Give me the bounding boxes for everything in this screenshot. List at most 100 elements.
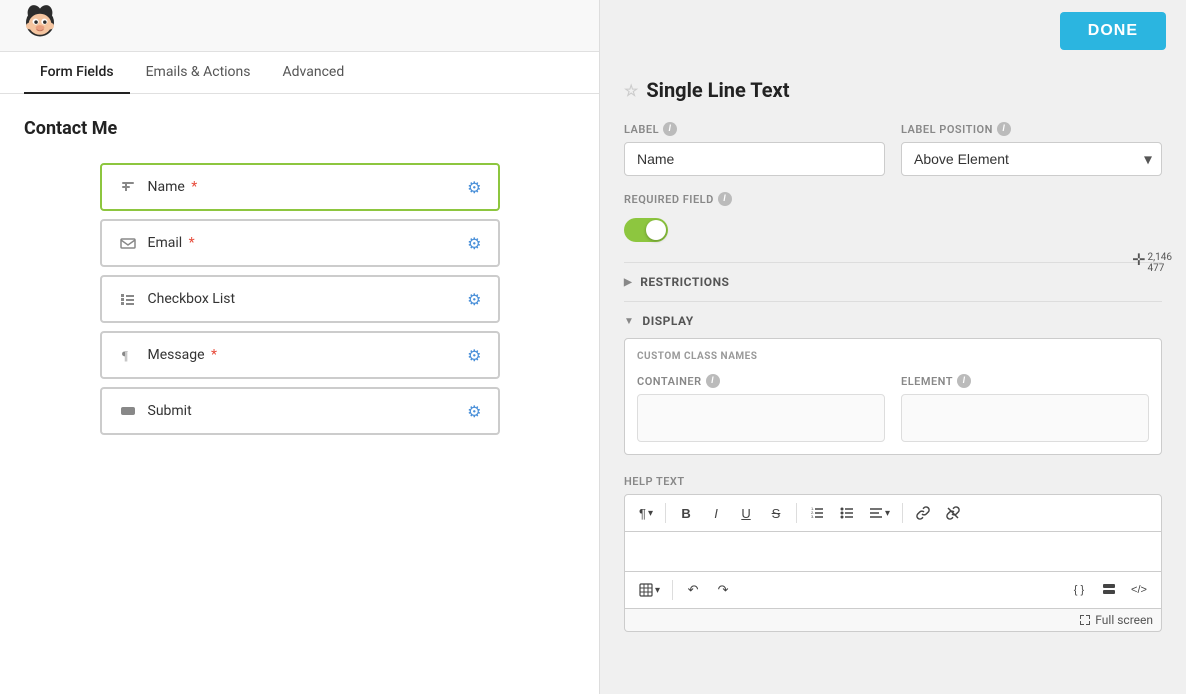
editor-toolbar-row2: ▾ ↶ ↷ { } </> <box>624 572 1162 609</box>
container-input[interactable] <box>637 394 885 442</box>
text-icon <box>118 177 138 197</box>
gear-icon-submit[interactable]: ⚙ <box>467 402 481 421</box>
element-input[interactable] <box>901 394 1149 442</box>
bold-button[interactable]: B <box>672 499 700 527</box>
merge-tags-button[interactable]: { } <box>1065 576 1093 604</box>
required-toggle[interactable] <box>624 218 668 242</box>
italic-button[interactable]: I <box>702 499 730 527</box>
tab-advanced[interactable]: Advanced <box>267 52 361 94</box>
help-text-editor-body[interactable] <box>624 532 1162 572</box>
required-info-icon[interactable]: i <box>718 192 732 206</box>
label-field-label: LABEL i <box>624 122 885 136</box>
underline-button[interactable]: U <box>732 499 760 527</box>
unlink-button[interactable] <box>939 499 967 527</box>
display-section: ▼ DISPLAY CUSTOM CLASS NAMES CONTAINER i <box>624 301 1162 467</box>
position-col: LABEL POSITION i Above Element Left of E… <box>901 122 1162 176</box>
field-checkbox-label: Checkbox List <box>148 291 468 307</box>
field-row-submit[interactable]: Submit ⚙ <box>100 387 500 435</box>
star-icon: ☆ <box>624 81 638 100</box>
coord-values: 2,146477 <box>1148 252 1172 274</box>
paragraph-icon: ¶ <box>118 345 138 365</box>
label-input[interactable] <box>624 142 885 176</box>
fullscreen-link[interactable]: Full screen <box>1079 613 1153 627</box>
label-position-row: LABEL i LABEL POSITION i Above Element L… <box>624 122 1162 176</box>
source-button[interactable]: </> <box>1125 576 1153 604</box>
custom-class-cols: CONTAINER i ELEMENT i <box>637 374 1149 442</box>
container-col: CONTAINER i <box>637 374 885 442</box>
fullscreen-icon <box>1079 614 1091 626</box>
chimp-logo-svg <box>19 5 61 47</box>
crosshair-coords: ✛ 2,146477 <box>1132 252 1172 274</box>
container-info-icon[interactable]: i <box>706 374 720 388</box>
gear-icon-checkbox[interactable]: ⚙ <box>467 290 481 309</box>
gear-icon-name[interactable]: ⚙ <box>467 178 481 197</box>
position-field-label: LABEL POSITION i <box>901 122 1162 136</box>
undo-button[interactable]: ↶ <box>679 576 707 604</box>
top-bar <box>0 0 599 52</box>
separator1 <box>665 503 666 523</box>
logo <box>16 6 64 46</box>
redo-button[interactable]: ↷ <box>709 576 737 604</box>
fullscreen-bar: Full screen <box>624 609 1162 632</box>
element-label: ELEMENT i <box>901 374 1149 388</box>
container-label: CONTAINER i <box>637 374 885 388</box>
help-text-label: HELP TEXT <box>624 475 1162 488</box>
display-label: DISPLAY <box>642 314 693 328</box>
submit-icon <box>118 401 138 421</box>
separator4 <box>672 580 673 600</box>
right-header: DONE <box>600 0 1186 62</box>
separator2 <box>796 503 797 523</box>
table-dropdown[interactable]: ▾ <box>633 579 666 601</box>
field-message-label: Message * <box>148 347 468 363</box>
right-panel: DONE ☆ Single Line Text LABEL i LABEL PO… <box>600 0 1186 694</box>
restrictions-arrow: ▶ <box>624 277 632 288</box>
display-header[interactable]: ▼ DISPLAY <box>624 314 1162 328</box>
fullscreen-label: Full screen <box>1095 613 1153 627</box>
field-row-email[interactable]: Email * ⚙ <box>100 219 500 267</box>
field-row-checkbox[interactable]: Checkbox List ⚙ <box>100 275 500 323</box>
required-field-label: REQUIRED FIELD i <box>624 192 1162 206</box>
field-row-message[interactable]: ¶ Message * ⚙ <box>100 331 500 379</box>
gear-icon-message[interactable]: ⚙ <box>467 346 481 365</box>
link-button[interactable] <box>909 499 937 527</box>
field-submit-label: Submit <box>148 403 468 419</box>
form-title: Contact Me <box>24 118 575 139</box>
toggle-knob <box>646 220 666 240</box>
gear-icon-email[interactable]: ⚙ <box>467 234 481 253</box>
tab-emails-actions[interactable]: Emails & Actions <box>130 52 267 94</box>
position-info-icon[interactable]: i <box>997 122 1011 136</box>
required-star-name: * <box>188 179 198 195</box>
custom-class-title: CUSTOM CLASS NAMES <box>637 351 1149 362</box>
restrictions-header[interactable]: ▶ RESTRICTIONS <box>624 275 1162 289</box>
tab-form-fields[interactable]: Form Fields <box>24 52 130 94</box>
email-icon <box>118 233 138 253</box>
form-area: Contact Me Name * ⚙ Email * ⚙ <box>0 94 599 694</box>
paragraph-dropdown[interactable]: ¶ ▾ <box>633 502 659 525</box>
align-dropdown[interactable]: ▾ <box>863 502 896 524</box>
section-title-row: ☆ Single Line Text <box>624 78 1162 102</box>
required-section: REQUIRED FIELD i <box>624 192 1162 246</box>
right-content: ☆ Single Line Text LABEL i LABEL POSITIO… <box>600 62 1186 694</box>
field-name-label: Name * <box>148 179 468 195</box>
restrictions-section: ▶ RESTRICTIONS <box>624 262 1162 301</box>
svg-text:¶: ¶ <box>122 348 128 363</box>
left-panel: Form Fields Emails & Actions Advanced Co… <box>0 0 600 694</box>
label-info-icon[interactable]: i <box>663 122 677 136</box>
unordered-list-button[interactable] <box>833 499 861 527</box>
list-view-button[interactable] <box>1095 576 1123 604</box>
done-button[interactable]: DONE <box>1060 12 1166 50</box>
section-title-text: Single Line Text <box>646 78 789 102</box>
svg-text:3.: 3. <box>811 514 814 519</box>
editor-toolbar-row1: ¶ ▾ B I U S 1.2.3. ▾ <box>624 494 1162 532</box>
form-fields-list: Name * ⚙ Email * ⚙ Checkbox List ⚙ <box>100 163 500 435</box>
element-col: ELEMENT i <box>901 374 1149 442</box>
strikethrough-button[interactable]: S <box>762 499 790 527</box>
display-arrow: ▼ <box>624 316 634 327</box>
position-select[interactable]: Above Element Left of Element Right of E… <box>901 142 1162 176</box>
field-row-name[interactable]: Name * ⚙ <box>100 163 500 211</box>
element-info-icon[interactable]: i <box>957 374 971 388</box>
restrictions-label: RESTRICTIONS <box>640 275 729 289</box>
field-email-label: Email * <box>148 235 468 251</box>
separator3 <box>902 503 903 523</box>
ordered-list-button[interactable]: 1.2.3. <box>803 499 831 527</box>
